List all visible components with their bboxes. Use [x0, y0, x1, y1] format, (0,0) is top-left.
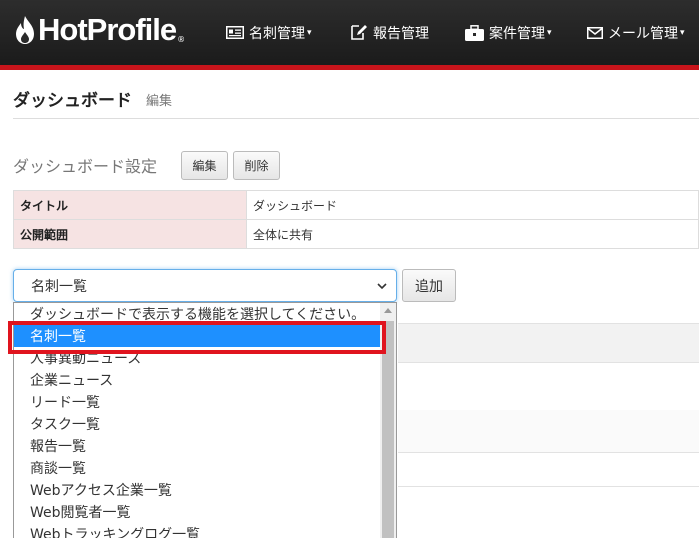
delete-button[interactable]: 削除 — [233, 151, 280, 180]
dropdown-option[interactable]: Webトラッキングログ一覧 — [14, 523, 381, 538]
chevron-down-icon — [377, 283, 387, 290]
top-navigation-bar: HotProfile ® 名刺管理 ▾ 報告管理 案件管理 ▾ メール管理 ▾ — [0, 0, 699, 65]
briefcase-icon — [465, 24, 484, 41]
divider — [398, 486, 699, 487]
flame-icon — [16, 16, 34, 44]
background-panel-row — [398, 410, 699, 452]
page-subtitle: 編集 — [146, 94, 173, 109]
edit-button[interactable]: 編集 — [181, 151, 228, 180]
row-label: 公開範囲 — [13, 219, 247, 249]
background-panel-header — [398, 323, 699, 363]
report-edit-icon — [351, 25, 367, 40]
dropdown-option[interactable]: リード一覧 — [14, 391, 381, 413]
divider — [398, 452, 699, 453]
nav-deal-management[interactable]: 案件管理 ▾ — [465, 0, 552, 65]
registered-mark: ® — [177, 34, 186, 44]
dropdown-option[interactable]: Web閲覧者一覧 — [14, 501, 381, 523]
dropdown-option[interactable]: 商談一覧 — [14, 457, 381, 479]
row-value: 全体に共有 — [246, 219, 699, 249]
nav-mail-management[interactable]: メール管理 ▾ — [587, 0, 685, 65]
nav-card-management[interactable]: 名刺管理 ▾ — [226, 0, 312, 65]
header-accent-line — [0, 65, 699, 70]
table-row: タイトル ダッシュボード — [13, 190, 699, 220]
nav-label: 報告管理 — [373, 25, 429, 42]
caret-down-icon: ▾ — [680, 27, 685, 38]
dropdown-option[interactable]: タスク一覧 — [14, 413, 381, 435]
caret-down-icon: ▾ — [547, 27, 552, 38]
select-value: 名刺一覧 — [31, 278, 87, 295]
table-row: 公開範囲 全体に共有 — [13, 219, 699, 249]
row-value: ダッシュボード — [246, 190, 699, 220]
add-button[interactable]: 追加 — [402, 269, 456, 302]
hotprofile-logo[interactable]: HotProfile ® — [14, 12, 185, 48]
mail-icon — [587, 26, 603, 39]
divider — [13, 118, 699, 119]
row-label: タイトル — [13, 190, 247, 220]
dropdown-option[interactable]: Webアクセス企業一覧 — [14, 479, 381, 501]
scroll-up-arrow-icon[interactable] — [384, 308, 392, 313]
dropdown-option[interactable]: 報告一覧 — [14, 435, 381, 457]
nav-label: 案件管理 — [489, 25, 545, 42]
nav-label: 名刺管理 — [249, 25, 305, 42]
card-icon — [226, 26, 244, 39]
feature-select[interactable]: 名刺一覧 — [13, 269, 397, 302]
dropdown-option[interactable]: 企業ニュース — [14, 369, 381, 391]
logo-text: HotProfile — [38, 12, 177, 47]
page-title: ダッシュボード — [13, 91, 132, 111]
caret-down-icon: ▾ — [307, 27, 312, 38]
nav-label: メール管理 — [608, 25, 678, 42]
section-title: ダッシュボード設定 — [13, 157, 158, 176]
annotation-highlight-box — [8, 321, 386, 354]
settings-table: タイトル ダッシュボード 公開範囲 全体に共有 — [13, 190, 699, 249]
nav-report-management[interactable]: 報告管理 — [350, 0, 429, 65]
